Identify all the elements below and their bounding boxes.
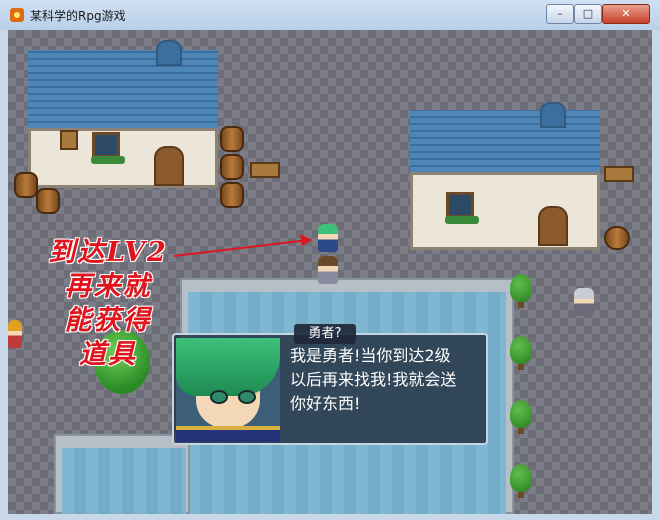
barrel[interactable] (220, 154, 244, 180)
roof-dormer-right (540, 102, 566, 128)
annotation-text: 到达LV2 再来就 能获得 道具 (38, 236, 178, 372)
minimize-button[interactable]: – (546, 4, 574, 24)
wall-notice (60, 130, 78, 150)
tree (510, 336, 532, 370)
barrel[interactable] (14, 172, 38, 198)
tree (510, 464, 532, 498)
hero-portrait (176, 338, 280, 442)
house-door-left[interactable] (154, 146, 184, 186)
annotation-line: 能获得 (64, 305, 152, 336)
window-titlebar[interactable]: 某科学的Rpg游戏 – □ ✕ (0, 0, 660, 31)
annotation-line: 再来就 (64, 271, 152, 302)
app-icon (10, 8, 24, 22)
tree (510, 400, 532, 434)
house-window-left (91, 132, 125, 164)
annotation-line: 到达LV2 (48, 237, 168, 268)
player-character[interactable] (318, 256, 338, 284)
villager-npc[interactable] (8, 320, 22, 348)
dialog-line: 你好东西! (290, 394, 361, 413)
tree (510, 274, 532, 308)
house-roof-left (28, 50, 218, 131)
annotation-line: 道具 (79, 339, 137, 370)
barrel[interactable] (36, 188, 60, 214)
dialog-message: 我是勇者!当你到达2级 以后再来找我!我就会送 你好东西! (290, 344, 480, 416)
house-door-right[interactable] (538, 206, 568, 246)
dialog-line: 我是勇者!当你到达2级 (290, 346, 451, 365)
barrel[interactable] (220, 126, 244, 152)
roof-dormer-left (156, 40, 182, 66)
close-button[interactable]: ✕ (602, 4, 650, 24)
hero-npc[interactable] (318, 224, 338, 252)
clay-pot[interactable] (604, 226, 630, 250)
speaker-name: 勇者? (294, 324, 356, 344)
guard-npc[interactable] (574, 288, 594, 316)
house-window-right (445, 192, 479, 224)
house-wall-right (410, 172, 600, 250)
barrel[interactable] (220, 182, 244, 208)
house-roof-right (410, 110, 600, 175)
inn-sign (604, 166, 634, 182)
dialog-line: 以后再来找我!我就会送 (290, 370, 457, 389)
wooden-signpost[interactable] (250, 162, 280, 178)
water-pool-lower (62, 448, 186, 514)
maximize-button[interactable]: □ (574, 4, 602, 24)
window-title: 某科学的Rpg游戏 (30, 9, 126, 23)
